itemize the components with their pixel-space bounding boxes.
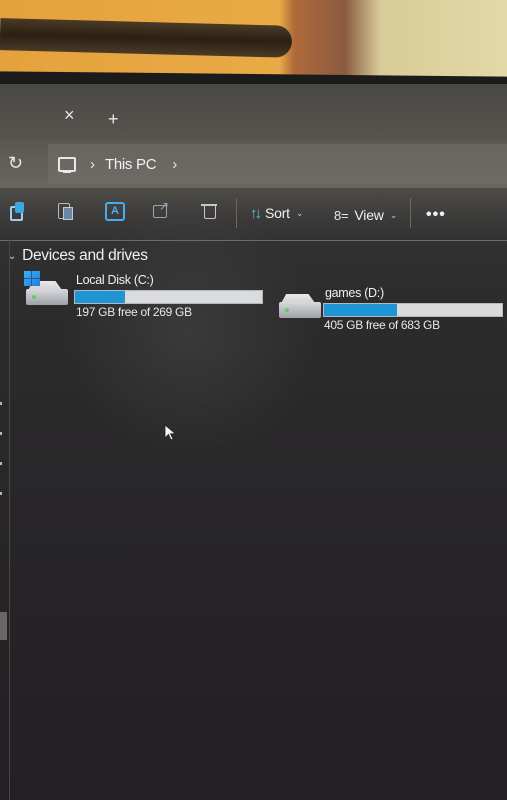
nav-item-marker [0,492,2,495]
drive-name: Local Disk (C:) [76,273,154,287]
view-label: View [354,207,384,223]
drive-free-space: 197 GB free of 269 GB [76,305,192,319]
nav-partial-text: ) [0,704,1,720]
devices-and-drives-header[interactable]: ⌄ Devices and drives [8,247,148,265]
nav-item-marker [0,462,2,465]
group-title: Devices and drives [22,247,148,264]
chevron-down-icon: ⌄ [8,250,17,262]
drive-usage-bar [74,290,263,304]
chevron-down-icon: ⌄ [389,209,398,220]
new-tab-icon[interactable]: + [108,110,119,128]
view-button[interactable]: 8= View ⌄ [334,204,397,226]
close-tab-icon[interactable]: × [64,106,75,124]
hard-drive-icon [275,284,325,328]
file-explorer-window: × + ↻ › This PC › ↑↓ Sort ⌄ 8= View ⌄ ••… [0,84,507,800]
sort-icon: ↑↓ [250,204,262,222]
breadcrumb-this-pc[interactable]: This PC [105,156,157,173]
paste-icon[interactable] [57,202,75,220]
tab-strip: × + [0,84,507,140]
pc-icon [58,156,76,173]
nav-item-marker [0,402,2,405]
nav-item-marker [0,432,2,435]
drive-usage-fill [324,304,397,316]
disk-led [32,295,36,299]
drive-free-space: 405 GB free of 683 GB [324,318,440,332]
drive-usage-bar [323,303,503,317]
chevron-down-icon: ⌄ [295,207,304,218]
hard-drive-icon [22,271,72,315]
command-bar: ↑↓ Sort ⌄ 8= View ⌄ ••• [0,188,507,241]
command-divider [236,198,237,228]
refresh-icon[interactable]: ↻ [8,154,26,172]
navigation-pane-edge [9,240,10,800]
breadcrumb-separator[interactable]: › [90,156,95,173]
drive-name: games (D:) [325,286,384,300]
sort-label: Sort [265,205,290,221]
view-icon: 8= [334,207,349,223]
windows-logo-icon [24,271,40,286]
sort-button[interactable]: ↑↓ Sort ⌄ [250,202,303,224]
share-icon[interactable] [153,199,171,220]
command-divider [410,198,411,228]
address-field[interactable]: › This PC › [48,144,507,184]
delete-icon[interactable] [201,202,219,220]
breadcrumb-expand-icon[interactable]: › [172,156,177,173]
address-bar: ↻ › This PC › [0,140,507,189]
rename-icon[interactable] [105,202,125,221]
disk-led [285,308,289,312]
more-options-button[interactable]: ••• [426,204,446,226]
copy-icon[interactable] [10,202,28,221]
navigation-pane-scrollbar[interactable] [0,612,7,640]
drive-usage-fill [75,291,126,303]
screen-glare [60,204,320,464]
